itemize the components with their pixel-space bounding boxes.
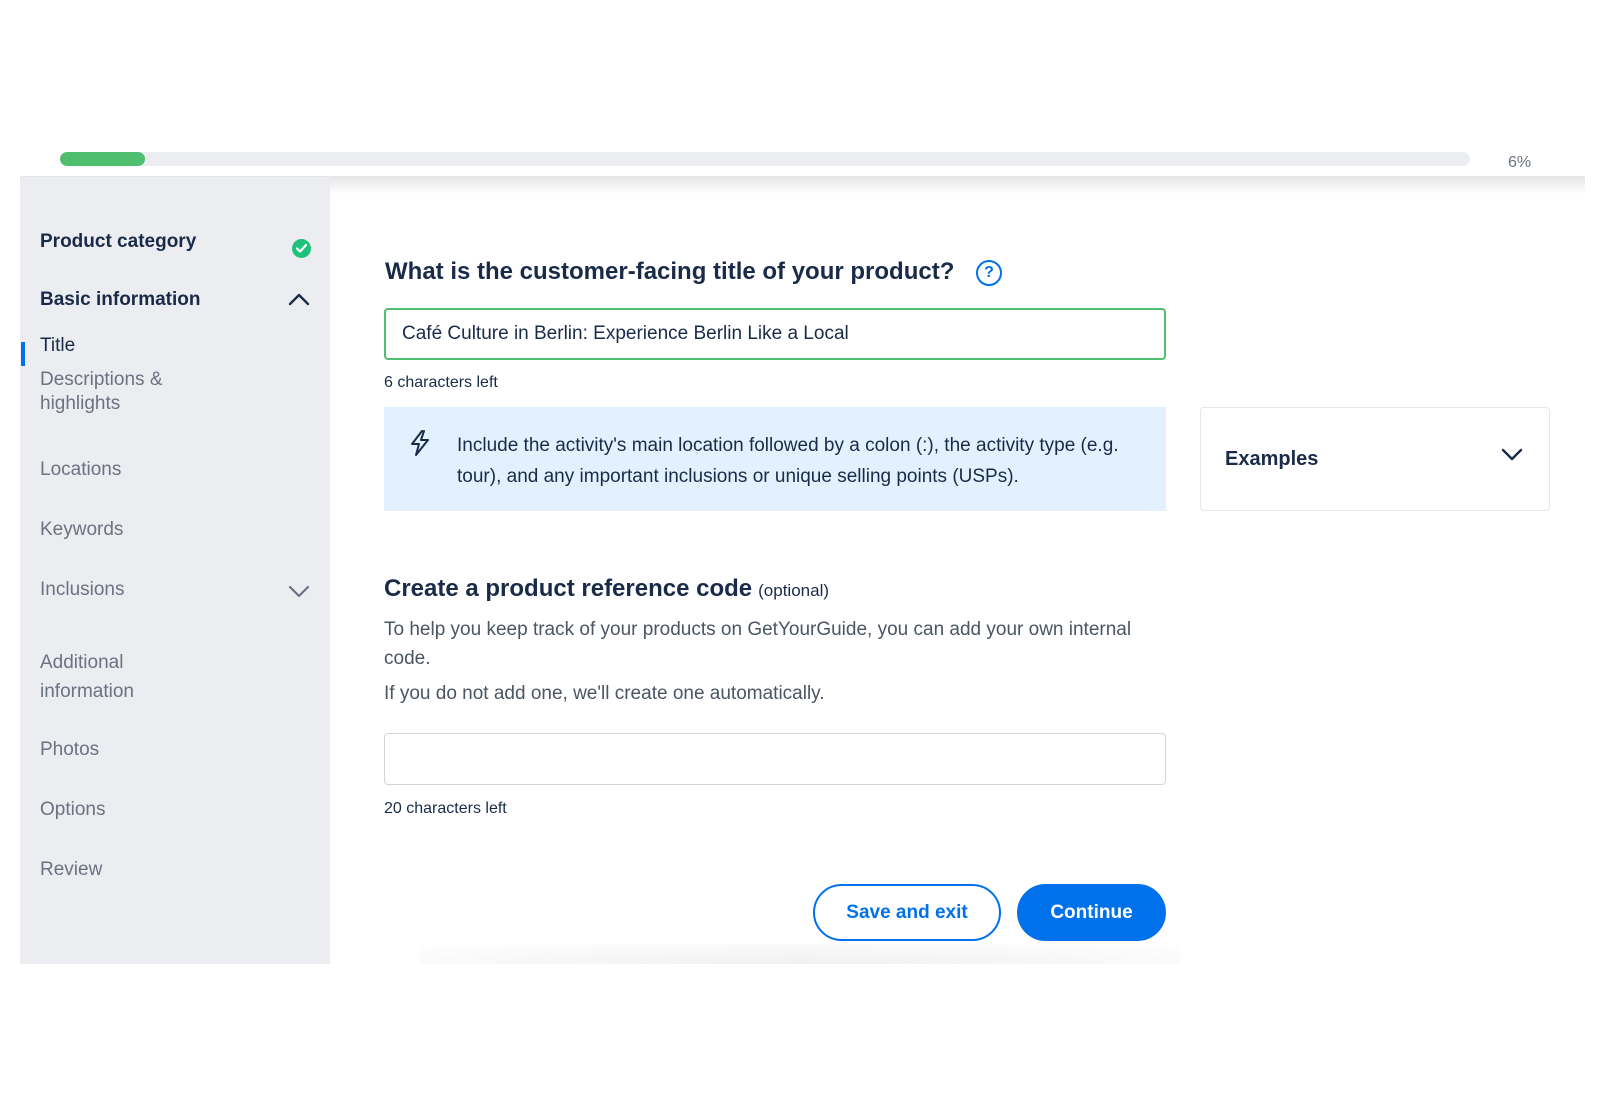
sidebar-item-label: Inclusions (40, 579, 125, 600)
sidebar-item-label: Review (40, 859, 103, 880)
sidebar-item-label: Locations (40, 459, 122, 480)
sidebar-item-label: Keywords (40, 519, 124, 540)
examples-label: Examples (1225, 448, 1319, 470)
continue-button[interactable]: Continue (1017, 884, 1166, 941)
sidebar-item-basic-information[interactable]: Basic information (40, 288, 200, 312)
sidebar-item-options[interactable]: Options (40, 798, 105, 822)
reference-code-heading: Create a product reference code (384, 575, 753, 602)
sidebar-item-additional-information[interactable]: Additional information (40, 648, 190, 706)
sidebar-item-product-category[interactable]: Product category (40, 230, 196, 254)
progress-track (60, 152, 1470, 166)
sidebar-item-title[interactable]: Title (40, 334, 75, 358)
sidebar-item-locations[interactable]: Locations (40, 458, 121, 482)
reference-code-description: To help you keep track of your products … (384, 619, 1132, 669)
sidebar-item-review[interactable]: Review (40, 858, 102, 882)
sidebar-item-label: Photos (40, 739, 100, 760)
sidebar-item-label: Title (40, 335, 76, 356)
chevron-down-icon (1501, 448, 1523, 467)
reference-characters-left: 20 characters left (384, 800, 507, 817)
title-characters-left: 6 characters left (384, 374, 498, 391)
tip-text: Include the activity's main location fol… (457, 435, 1119, 487)
chevron-down-icon[interactable] (288, 585, 310, 604)
progress-bar (60, 152, 1470, 166)
sidebar-item-keywords[interactable]: Keywords (40, 518, 123, 542)
sidebar-item-label: Options (40, 799, 106, 820)
lightning-icon (408, 430, 432, 461)
progress-fill (60, 152, 145, 166)
sidebar-item-label: Additional information (40, 652, 134, 702)
sidebar-item-label: Product category (40, 231, 197, 252)
optional-label: (optional) (758, 581, 830, 600)
reference-code-input[interactable] (384, 733, 1166, 785)
examples-dropdown[interactable]: Examples (1200, 407, 1550, 511)
chevron-up-icon[interactable] (288, 292, 310, 311)
sidebar-item-photos[interactable]: Photos (40, 738, 99, 762)
sidebar-item-descriptions[interactable]: Descriptions & highlights (40, 368, 230, 416)
product-title-input[interactable] (384, 308, 1166, 360)
sidebar-item-label: Descriptions & highlights (40, 369, 163, 414)
active-indicator (21, 342, 25, 366)
save-and-exit-button[interactable]: Save and exit (813, 884, 1001, 941)
footer-shadow (420, 944, 1180, 964)
title-question: What is the customer-facing title of you… (385, 258, 955, 285)
reference-code-note: If you do not add one, we'll create one … (384, 683, 825, 704)
sidebar-item-label: Basic information (40, 289, 201, 310)
question-circle-icon[interactable]: ? (976, 260, 1002, 286)
check-circle-icon (292, 239, 311, 258)
progress-percentage: 6% (1508, 154, 1532, 171)
reference-code-title: Create a product reference code (optional… (384, 575, 829, 603)
sidebar-item-inclusions[interactable]: Inclusions (40, 578, 125, 602)
